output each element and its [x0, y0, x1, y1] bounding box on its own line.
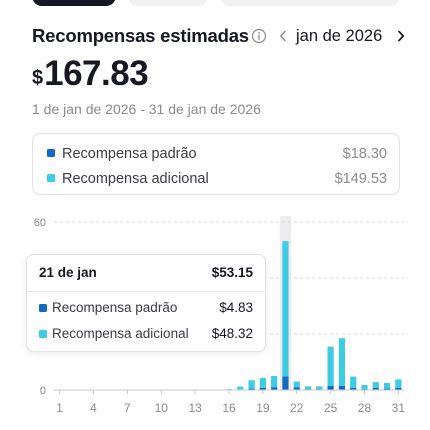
tab-tertiary[interactable] — [220, 0, 400, 6]
tooltip-label: Recompensa adicional — [52, 326, 189, 341]
tooltip-value: $48.32 — [211, 326, 253, 341]
tooltip-date: 21 de jan — [39, 265, 97, 280]
x-tick-label: 31 — [392, 401, 406, 415]
bar-additional — [271, 376, 278, 388]
breakdown-row-standard: Recompensa padrão $18.30 — [45, 144, 387, 164]
page-title: Recompensas estimadas — [32, 25, 249, 46]
breakdown-value: $149.53 — [334, 171, 387, 187]
amount-value: 167.83 — [44, 54, 149, 93]
reward-breakdown: Recompensa padrão $18.30 Recompensa adic… — [32, 133, 400, 195]
month-label: jan de 2026 — [296, 27, 383, 45]
x-tick-label: 4 — [90, 401, 97, 415]
bar-additional — [304, 386, 312, 390]
x-tick-label: 16 — [222, 401, 236, 415]
date-range: 1 de jan de 2026 - 31 de jan de 2026 — [32, 101, 261, 117]
additional-swatch — [39, 330, 47, 338]
tooltip-divider — [27, 291, 265, 292]
bar-standard — [327, 385, 334, 390]
bar-additional — [316, 386, 323, 390]
x-tick-label: 13 — [188, 401, 202, 415]
standard-swatch — [39, 304, 47, 312]
tooltip-value: $4.83 — [219, 300, 253, 315]
breakdown-label: Recompensa adicional — [62, 171, 209, 187]
total-amount: $ 167.83 — [32, 54, 149, 93]
bar-additional — [327, 346, 334, 386]
y-tick-label: 0 — [40, 385, 46, 397]
tooltip-total: $53.15 — [211, 265, 253, 280]
standard-legend-swatch — [47, 149, 55, 157]
tooltip-row-additional: Recompensa adicional $48.32 — [39, 325, 253, 343]
bar-additional — [293, 381, 300, 388]
x-tick-label: 28 — [358, 401, 372, 415]
bar-additional — [383, 383, 391, 389]
y-tick-label: 60 — [34, 217, 46, 229]
breakdown-row-additional: Recompensa adicional $149.53 — [45, 169, 387, 189]
bar-additional — [259, 377, 266, 388]
info-icon[interactable] — [251, 28, 267, 44]
bar-additional — [361, 384, 368, 390]
x-tick-label: 10 — [155, 401, 169, 415]
bar-additional — [338, 338, 346, 386]
bar-additional — [395, 379, 402, 388]
next-month-button[interactable] — [392, 26, 410, 46]
tab-secondary[interactable] — [128, 0, 208, 6]
x-tick-label: 19 — [256, 401, 270, 415]
chevron-left-icon — [280, 30, 286, 42]
x-tick-label: 25 — [324, 401, 338, 415]
bar-additional — [282, 241, 289, 377]
tooltip-header: 21 de jan $53.15 — [39, 263, 253, 283]
tab-active[interactable] — [32, 0, 116, 6]
tooltip-row-standard: Recompensa padrão $4.83 — [39, 299, 253, 317]
bar-additional — [350, 376, 357, 388]
chevron-right-icon — [398, 30, 405, 42]
additional-legend-swatch — [47, 174, 55, 182]
bar-additional — [248, 380, 255, 389]
x-tick-label: 7 — [124, 401, 131, 415]
breakdown-value: $18.30 — [342, 146, 387, 162]
x-tick-label: 22 — [290, 401, 304, 415]
bar-standard — [338, 385, 346, 390]
bar-standard — [282, 376, 289, 390]
bar-additional — [372, 382, 379, 388]
x-tick-label: 1 — [56, 401, 63, 415]
header-row: Recompensas estimadas jan de 2026 — [32, 24, 408, 50]
tooltip-label: Recompensa padrão — [52, 300, 178, 315]
bar-additional — [237, 386, 244, 390]
previous-month-button[interactable] — [274, 26, 292, 46]
chart-tooltip: 21 de jan $53.15 Recompensa padrão $4.83… — [26, 254, 266, 352]
currency-symbol: $ — [32, 67, 44, 89]
breakdown-label: Recompensa padrão — [62, 146, 197, 162]
